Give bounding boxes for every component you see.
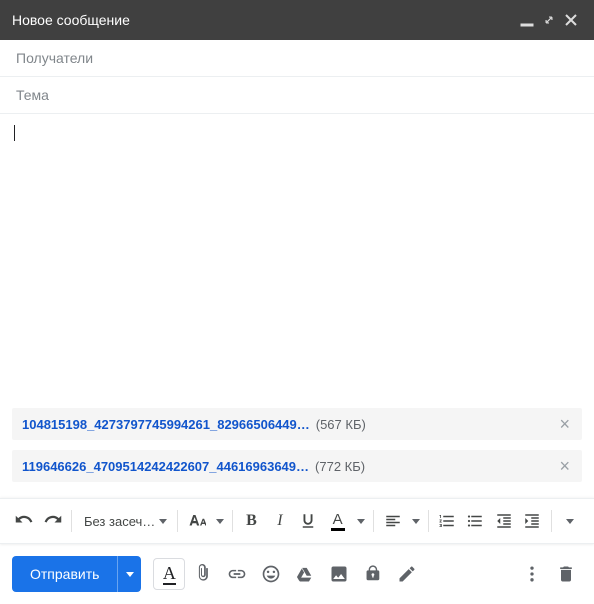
font-family-label: Без засеч… bbox=[84, 514, 155, 529]
align-button[interactable] bbox=[378, 505, 408, 537]
titlebar: Новое сообщение bbox=[0, 0, 594, 40]
confidential-mode-icon[interactable] bbox=[357, 558, 389, 590]
text-color-dropdown[interactable] bbox=[353, 505, 369, 537]
more-formatting-dropdown[interactable] bbox=[556, 505, 585, 537]
attachment-size: (567 КБ) bbox=[316, 417, 366, 432]
discard-draft-icon[interactable] bbox=[550, 558, 582, 590]
attachment-row: 104815198_4273797745994261_82966506449… … bbox=[12, 408, 582, 440]
chevron-down-icon bbox=[412, 519, 420, 524]
message-body[interactable] bbox=[0, 114, 594, 408]
font-family-select[interactable]: Без засеч… bbox=[76, 505, 173, 537]
insert-link-icon[interactable] bbox=[221, 558, 253, 590]
numbered-list-button[interactable] bbox=[433, 505, 462, 537]
attachment-name[interactable]: 119646626_4709514242422607_44616963649… bbox=[22, 459, 309, 474]
attachments-list: 104815198_4273797745994261_82966506449… … bbox=[0, 408, 594, 498]
chevron-down-icon bbox=[159, 519, 167, 524]
italic-button[interactable]: I bbox=[266, 505, 295, 537]
separator bbox=[551, 510, 552, 532]
separator bbox=[232, 510, 233, 532]
indent-decrease-button[interactable] bbox=[490, 505, 519, 537]
formatting-toggle-button[interactable]: A bbox=[153, 558, 185, 590]
format-toolbar: Без засеч… B I A bbox=[0, 498, 594, 544]
attachment-remove-icon[interactable]: × bbox=[555, 415, 574, 433]
bold-button[interactable]: B bbox=[237, 505, 266, 537]
indent-increase-button[interactable] bbox=[518, 505, 547, 537]
insert-emoji-icon[interactable] bbox=[255, 558, 287, 590]
underline-button[interactable] bbox=[294, 505, 323, 537]
fullscreen-icon[interactable] bbox=[538, 9, 560, 31]
window-title: Новое сообщение bbox=[12, 12, 516, 28]
separator bbox=[373, 510, 374, 532]
recipients-field[interactable] bbox=[0, 40, 594, 77]
separator bbox=[428, 510, 429, 532]
attachment-size: (772 КБ) bbox=[315, 459, 365, 474]
attachment-name[interactable]: 104815198_4273797745994261_82966506449… bbox=[22, 417, 310, 432]
text-color-button[interactable]: A bbox=[323, 505, 353, 537]
recipients-input[interactable] bbox=[16, 50, 578, 66]
align-dropdown[interactable] bbox=[408, 505, 424, 537]
attach-file-icon[interactable] bbox=[187, 558, 219, 590]
chevron-down-icon bbox=[357, 519, 365, 524]
chevron-down-icon bbox=[216, 519, 224, 524]
font-size-icon[interactable] bbox=[182, 505, 212, 537]
close-icon[interactable] bbox=[560, 9, 582, 31]
separator bbox=[177, 510, 178, 532]
more-options-icon[interactable] bbox=[516, 558, 548, 590]
attachment-remove-icon[interactable]: × bbox=[555, 457, 574, 475]
send-button[interactable]: Отправить bbox=[12, 556, 117, 592]
font-size-dropdown[interactable] bbox=[212, 505, 228, 537]
send-options-dropdown[interactable] bbox=[117, 556, 141, 592]
minimize-icon[interactable] bbox=[516, 9, 538, 31]
insert-signature-icon[interactable] bbox=[391, 558, 423, 590]
undo-icon[interactable] bbox=[10, 505, 39, 537]
chevron-down-icon bbox=[566, 519, 574, 524]
subject-field[interactable] bbox=[0, 77, 594, 114]
chevron-down-icon bbox=[126, 572, 134, 577]
text-cursor bbox=[14, 125, 15, 141]
bottom-toolbar: Отправить A bbox=[0, 544, 594, 604]
attachment-row: 119646626_4709514242422607_44616963649… … bbox=[12, 450, 582, 482]
send-button-group: Отправить bbox=[12, 556, 141, 592]
insert-photo-icon[interactable] bbox=[323, 558, 355, 590]
bulleted-list-button[interactable] bbox=[461, 505, 490, 537]
redo-icon[interactable] bbox=[39, 505, 68, 537]
subject-input[interactable] bbox=[16, 87, 578, 103]
separator bbox=[71, 510, 72, 532]
insert-drive-icon[interactable] bbox=[289, 558, 321, 590]
